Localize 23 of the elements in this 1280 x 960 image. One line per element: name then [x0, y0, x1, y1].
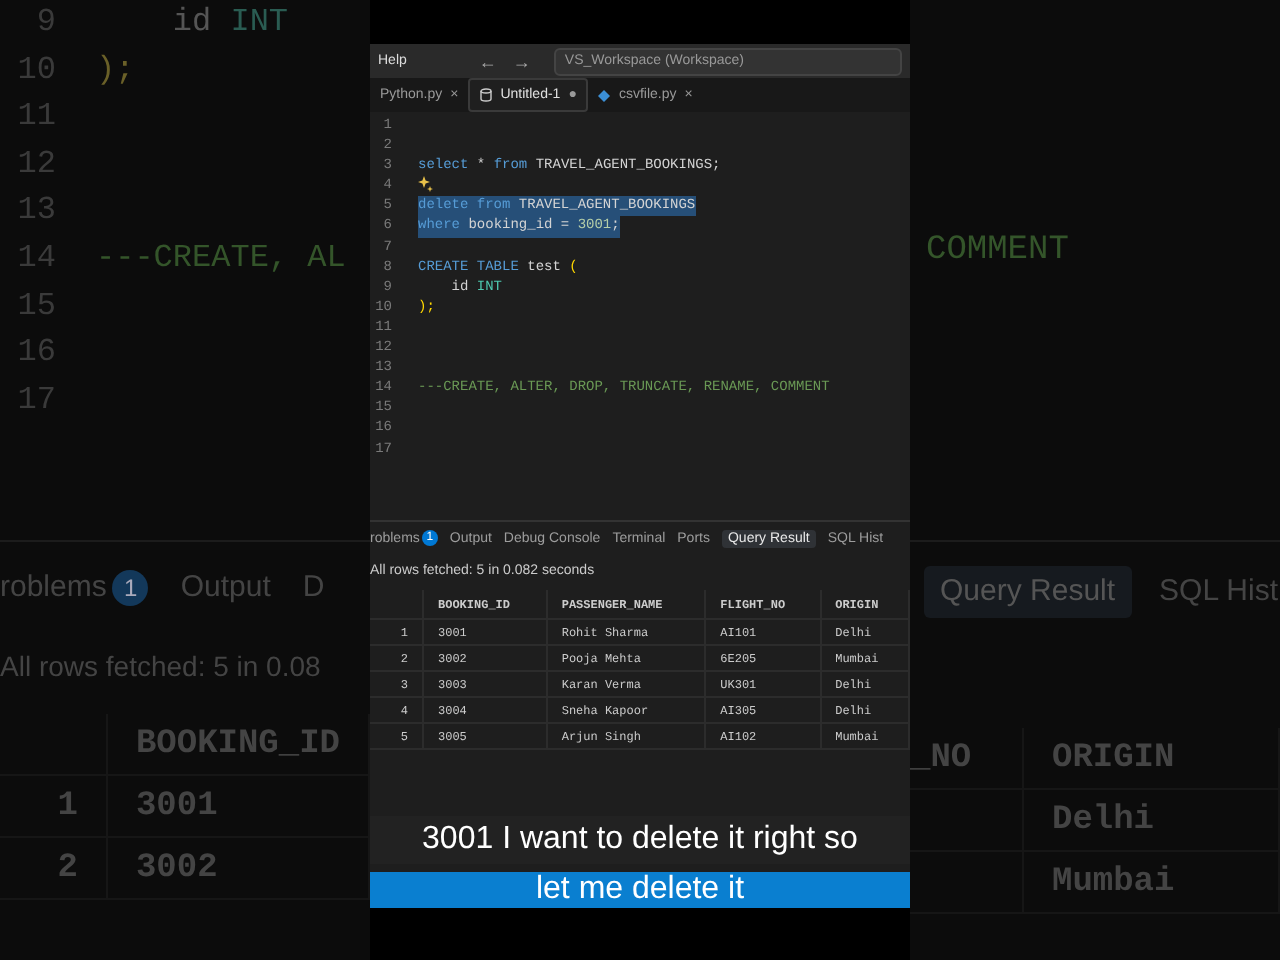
column-header: _NO [910, 739, 972, 777]
back-button[interactable]: ← [478, 51, 497, 71]
table-cell: Mumbai [1052, 863, 1175, 901]
table-cell: 1 [57, 787, 78, 825]
column-header: BOOKING_ID [135, 725, 340, 763]
table-cell: Delhi [1052, 801, 1155, 839]
code-comment: COMMENT [926, 232, 1069, 270]
caption-text: let me delete it [370, 872, 910, 908]
panel-tab[interactable]: roblems 1 [0, 566, 149, 610]
sparkle-icon[interactable] [418, 176, 434, 193]
database-icon [480, 88, 493, 102]
status-text: All rows fetched: 5 in 0.08 [0, 648, 323, 686]
count-badge: 1 [112, 570, 149, 606]
code-line: ---CREATE, AL [96, 237, 346, 280]
file-icon [598, 89, 611, 101]
table-cell: 3002 [135, 849, 218, 887]
forward-button[interactable]: → [512, 51, 531, 71]
code-line: ); [96, 49, 135, 92]
code-line: id INT [170, 2, 289, 44]
table-cell: 2 [57, 849, 78, 887]
caption-text: 3001 I want to delete it right so [370, 816, 910, 864]
table-cell: 3001 [135, 787, 218, 825]
column-header: ORIGIN [1052, 739, 1175, 777]
